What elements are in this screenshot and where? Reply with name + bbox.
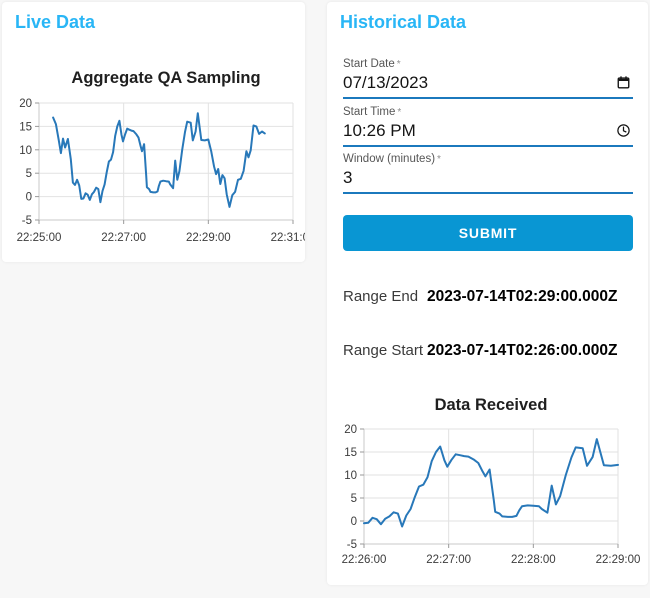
- live-data-title: Live Data: [15, 12, 96, 32]
- window-minutes-label: Window (minutes) *: [343, 153, 441, 165]
- y-tick-label: 15: [344, 447, 357, 459]
- range-end-value: 2023-07-14T02:29:00.000Z: [427, 288, 618, 305]
- historical-data-title: Historical Data: [340, 12, 467, 32]
- y-tick-label: 0: [26, 192, 32, 204]
- y-tick-label: 20: [344, 424, 357, 436]
- historical-data-panel: Historical Data Start Date* Start Time* …: [327, 2, 648, 585]
- submit-button[interactable]: SUBMIT: [343, 215, 633, 251]
- x-tick-label: 22:31:00: [271, 232, 305, 244]
- x-tick-label: 22:25:00: [17, 232, 62, 244]
- calendar-icon[interactable]: [616, 75, 631, 90]
- start-date-input[interactable]: [343, 71, 633, 99]
- y-tick-label: 15: [19, 121, 32, 133]
- start-time-input[interactable]: [343, 119, 633, 147]
- x-tick-label: 22:29:00: [186, 232, 231, 244]
- aggregate-qa-sampling-chart: 20 15 10 5 0 -5 22:25:00 22:27:00 22:29:00 22:31:…: [17, 69, 305, 244]
- chart-title: Aggregate QA Sampling: [71, 69, 260, 87]
- live-data-panel: Live Data 20 15 10 5 0 -5 22:25:00 22:27:00 22:2…: [2, 2, 305, 262]
- x-tick-label: 22:26:00: [342, 554, 387, 566]
- start-date-label: Start Date *: [343, 58, 401, 70]
- start-time-label: Start Time *: [343, 106, 402, 118]
- range-start-value: 2023-07-14T02:26:00.000Z: [427, 342, 618, 359]
- required-asterisk: *: [397, 107, 402, 118]
- x-tick-label: 22:28:00: [511, 554, 556, 566]
- y-tick-label: 10: [344, 470, 357, 482]
- start-time-field: Start Time *: [343, 106, 633, 147]
- x-tick-label: 22:27:00: [101, 232, 146, 244]
- window-minutes-field: Window (minutes) *: [343, 153, 633, 194]
- y-tick-label: 20: [19, 98, 32, 110]
- y-tick-label: 5: [351, 493, 357, 505]
- y-tick-label: 5: [26, 168, 32, 180]
- required-asterisk: *: [396, 59, 401, 70]
- y-tick-label: -5: [347, 539, 357, 551]
- range-end-label: Range End: [343, 288, 419, 305]
- dashboard: { "live_panel": { "title": "Live Data" }…: [0, 0, 650, 598]
- chart-title: Data Received: [435, 396, 548, 414]
- required-asterisk: *: [437, 154, 441, 165]
- range-start-row: Range Start 2023-07-14T02:26:00.000Z: [343, 342, 617, 360]
- x-tick-label: 22:27:00: [426, 554, 471, 566]
- y-tick-label: 0: [351, 516, 357, 528]
- y-tick-label: 10: [19, 145, 32, 157]
- data-line: [52, 112, 266, 208]
- data-line: [363, 438, 619, 528]
- window-minutes-input[interactable]: [343, 166, 633, 194]
- clock-icon[interactable]: [616, 123, 631, 138]
- start-date-field: Start Date *: [343, 58, 633, 99]
- x-tick-label: 22:29:00: [596, 554, 641, 566]
- range-end-row: Range End 2023-07-14T02:29:00.000Z: [343, 288, 617, 306]
- y-tick-label: -5: [22, 215, 32, 227]
- range-start-label: Range Start: [343, 342, 424, 359]
